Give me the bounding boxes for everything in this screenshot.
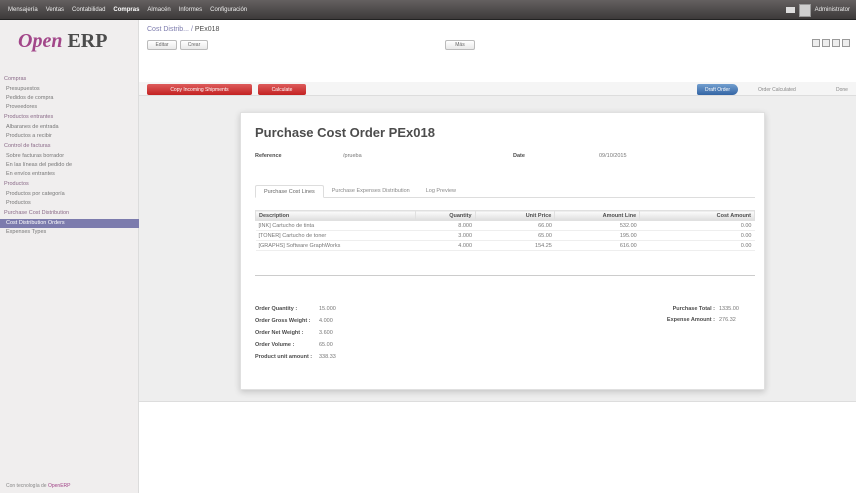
status-done[interactable]: Done xyxy=(836,84,848,95)
previous-record-icon[interactable] xyxy=(812,39,820,47)
cell-unit-price: 65.00 xyxy=(475,230,555,241)
cell-unit-price: 66.00 xyxy=(475,220,555,231)
cell-quantity: 4.000 xyxy=(415,240,476,251)
menu-sales[interactable]: Ventas xyxy=(42,7,68,13)
menu-reports[interactable]: Informes xyxy=(175,7,206,13)
sidebar-item-quotations[interactable]: Presupuestos xyxy=(0,85,139,94)
order-quantity-row: Order Quantity :15.000 xyxy=(255,306,336,312)
tab-expenses-distribution[interactable]: Purchase Expenses Distribution xyxy=(324,185,418,197)
sidebar-item-cost-distribution-orders[interactable]: Cost Distribution Orders xyxy=(0,219,139,228)
sidebar-item-incoming-products[interactable]: En envíos entrantes xyxy=(0,170,139,179)
table-row[interactable]: [TONER] Cartucho de toner 3.000 65.00 19… xyxy=(255,230,755,241)
form-sheet: Purchase Cost Order PEx018 Reference /pr… xyxy=(240,112,765,390)
openerp-logo[interactable]: Open ERP xyxy=(18,30,107,53)
breadcrumb: Cost Distrib... / PEx018 xyxy=(147,26,220,33)
order-gross-weight-row: Order Gross Weight :4.000 xyxy=(255,318,333,324)
cell-cost-amount: 0.00 xyxy=(639,240,755,251)
sidebar-item-incoming-shipments[interactable]: Albaranes de entrada xyxy=(0,123,139,132)
table-row[interactable]: [INK] Cartucho de tinta 8.000 66.00 532.… xyxy=(255,220,755,231)
tab-log-preview[interactable]: Log Preview xyxy=(418,185,464,197)
sidebar-item-order-lines[interactable]: En las líneas del pedido de xyxy=(0,161,139,170)
calculate-button[interactable]: Calculate xyxy=(258,84,306,95)
sidebar-section-cost-distribution: Purchase Cost Distribution xyxy=(4,210,70,216)
menu-warehouse[interactable]: Almacén xyxy=(143,7,174,13)
cell-quantity: 8.000 xyxy=(415,220,476,231)
order-quantity-value: 15.000 xyxy=(319,306,336,312)
product-unit-amount-value: 338.33 xyxy=(319,354,336,360)
edit-button[interactable]: Editar xyxy=(147,40,177,50)
order-gross-weight-value: 4.000 xyxy=(319,318,333,324)
sidebar-item-draft-invoices[interactable]: Sobre facturas borrador xyxy=(0,152,139,161)
order-net-weight-row: Order Net Weight :3.600 xyxy=(255,330,333,336)
cell-amount-line: 532.00 xyxy=(554,220,640,231)
product-unit-amount-row: Product unit amount :338.33 xyxy=(255,354,336,360)
cell-description: [TONER] Cartucho de toner xyxy=(255,230,416,241)
avatar[interactable] xyxy=(798,3,811,17)
status-order-calculated[interactable]: Order Calculated xyxy=(758,84,796,95)
more-button[interactable]: Más xyxy=(445,40,475,50)
menu-purchases[interactable]: Compras xyxy=(109,7,143,13)
create-button[interactable]: Crear xyxy=(180,40,208,50)
user-menu[interactable]: Administrator xyxy=(815,7,850,13)
date-value: 09/10/2015 xyxy=(599,153,627,159)
sidebar-item-suppliers[interactable]: Proveedores xyxy=(0,103,139,112)
cell-amount-line: 195.00 xyxy=(554,230,640,241)
cell-quantity: 3.000 xyxy=(415,230,476,241)
order-net-weight-value: 3.600 xyxy=(319,330,333,336)
column-unit-price[interactable]: Unit Price xyxy=(474,210,556,221)
purchase-total-row: Purchase Total :1335.00 xyxy=(672,306,739,312)
order-volume-value: 65.00 xyxy=(319,342,333,348)
form-view-icon[interactable] xyxy=(822,39,830,47)
view-switcher xyxy=(812,39,850,47)
notebook-tabs: Purchase Cost Lines Purchase Expenses Di… xyxy=(255,185,755,198)
sidebar-section-invoice-control: Control de facturas xyxy=(4,143,51,149)
status-draft-order[interactable]: Draft Order xyxy=(697,84,739,95)
sidebar-nav: Compras Presupuestos Pedidos de compra P… xyxy=(0,74,139,237)
date-label: Date xyxy=(513,153,525,159)
cell-cost-amount: 0.00 xyxy=(639,230,755,241)
calendar-view-icon[interactable] xyxy=(832,39,840,47)
sidebar-item-products-by-category[interactable]: Productos por categoría xyxy=(0,190,139,199)
column-description[interactable]: Description xyxy=(255,210,416,221)
sidebar-section-products: Productos xyxy=(4,181,29,187)
cell-amount-line: 616.00 xyxy=(554,240,640,251)
messages-icon[interactable] xyxy=(785,7,795,13)
expense-amount-value: 276.32 xyxy=(719,317,736,323)
cell-description: [GRAPHS] Software GraphWorks xyxy=(255,240,416,251)
cell-description: [INK] Cartucho de tinta xyxy=(255,220,416,231)
top-menu-bar: Mensajería Ventas Contabilidad Compras A… xyxy=(0,0,856,20)
cell-cost-amount: 0.00 xyxy=(639,220,755,231)
next-record-icon[interactable] xyxy=(842,39,850,47)
sidebar: Open ERP Compras Presupuestos Pedidos de… xyxy=(0,20,139,493)
menu-accounting[interactable]: Contabilidad xyxy=(68,7,109,13)
sidebar-item-purchase-orders[interactable]: Pedidos de compra xyxy=(0,94,139,103)
page-title: Purchase Cost Order PEx018 xyxy=(255,125,435,140)
openerp-link[interactable]: OpenERP xyxy=(48,483,71,489)
table-divider xyxy=(255,275,755,276)
order-volume-row: Order Volume :65.00 xyxy=(255,342,333,348)
column-cost-amount[interactable]: Cost Amount xyxy=(639,210,755,221)
sidebar-item-products[interactable]: Productos xyxy=(0,199,139,208)
menu-settings[interactable]: Configuración xyxy=(206,7,251,13)
powered-by: Con tecnología de OpenERP xyxy=(6,483,71,489)
cost-lines-table: Description Quantity Unit Price Amount L… xyxy=(255,210,755,251)
table-row[interactable]: [GRAPHS] Software GraphWorks 4.000 154.2… xyxy=(255,240,755,251)
cell-unit-price: 154.25 xyxy=(475,240,555,251)
copy-incoming-shipments-button[interactable]: Copy Incoming Shipments xyxy=(147,84,252,95)
column-quantity[interactable]: Quantity xyxy=(414,210,476,221)
breadcrumb-parent[interactable]: Cost Distrib... xyxy=(147,26,189,33)
expense-amount-row: Expense Amount :276.32 xyxy=(666,317,736,323)
purchase-total-value: 1335.00 xyxy=(719,306,739,312)
tab-purchase-cost-lines[interactable]: Purchase Cost Lines xyxy=(255,185,324,198)
column-amount-line[interactable]: Amount Line xyxy=(554,210,641,221)
main-menu: Mensajería Ventas Contabilidad Compras A… xyxy=(4,0,251,20)
reference-label: Reference xyxy=(255,153,282,159)
sidebar-item-products-to-receive[interactable]: Productos a recibir xyxy=(0,132,139,141)
sidebar-item-expenses-types[interactable]: Expenses Types xyxy=(0,228,139,237)
sidebar-section-incoming: Productos entrantes xyxy=(4,114,54,120)
menu-messaging[interactable]: Mensajería xyxy=(4,7,42,13)
sidebar-section-purchases: Compras xyxy=(4,76,27,82)
breadcrumb-current: PEx018 xyxy=(194,26,220,33)
reference-value: /prueba xyxy=(343,153,362,159)
